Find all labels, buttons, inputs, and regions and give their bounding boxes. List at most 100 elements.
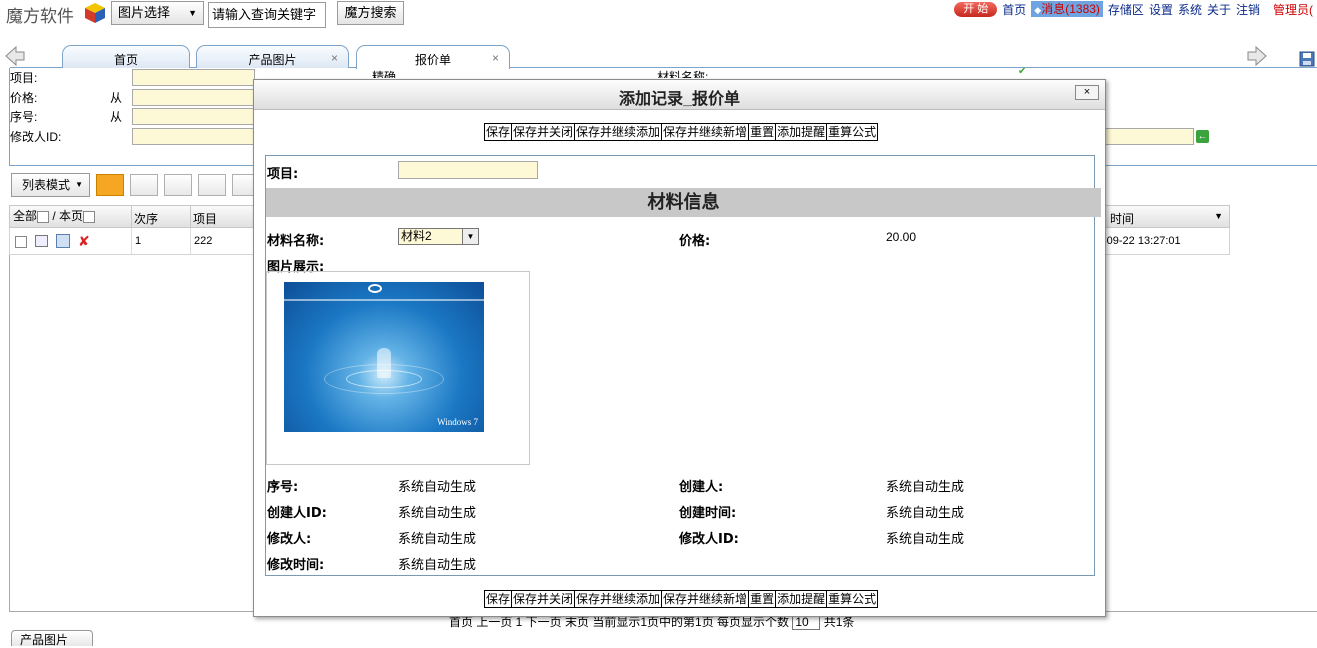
bottom-tab-product-images[interactable]: 产品图片 bbox=[11, 630, 93, 647]
material-select-value: 材料2 bbox=[401, 229, 432, 243]
filter-material-label: 材料名称: bbox=[657, 70, 709, 78]
save-close-button[interactable]: 保存并关闭 bbox=[511, 123, 576, 141]
admin-user[interactable]: 管理员( bbox=[1273, 1, 1313, 18]
view-icon[interactable] bbox=[35, 235, 48, 247]
tab-label: 首页 bbox=[113, 53, 138, 67]
bottom-tab-label: 产品图片 bbox=[20, 633, 69, 647]
header-index[interactable]: 次序 bbox=[131, 206, 158, 227]
image-select-label: 图片选择 bbox=[118, 5, 171, 20]
list-mode-dropdown[interactable]: 列表模式 ▼ bbox=[11, 173, 90, 197]
creator-id-value: 系统自动生成 bbox=[398, 505, 477, 520]
serial-label: 序号: bbox=[267, 480, 299, 495]
nav-about[interactable]: 关于 bbox=[1207, 1, 1231, 18]
creator-label: 创建人: bbox=[679, 480, 724, 495]
nav-logout[interactable]: 注销 bbox=[1236, 1, 1260, 18]
messages-link[interactable]: ◆消息(1383) bbox=[1031, 1, 1103, 17]
nav-storage[interactable]: 存储区 bbox=[1108, 1, 1144, 18]
filter-modifier-id-input[interactable] bbox=[132, 128, 255, 145]
filter-price-from-input[interactable] bbox=[132, 89, 255, 106]
row-index: 1 bbox=[131, 228, 141, 254]
top-nav: 开 始 首页 ◆消息(1383) 存储区 设置 系统 关于 注销 管理员( bbox=[954, 1, 1313, 17]
messages-label: 消息(1383) bbox=[1041, 2, 1100, 16]
search-button[interactable]: 魔方搜索 bbox=[337, 1, 404, 25]
header-time[interactable]: 时间 bbox=[1110, 210, 1134, 227]
save-continue-add-button[interactable]: 保存并继续添加 bbox=[574, 123, 663, 141]
filter-serial-from-input[interactable] bbox=[132, 108, 255, 125]
serial-value: 系统自动生成 bbox=[398, 479, 477, 494]
creator-id-label: 创建人ID: bbox=[267, 506, 327, 521]
material-name-label: 材料名称: bbox=[267, 234, 325, 249]
pencil-icon[interactable] bbox=[232, 174, 254, 196]
image-select-dropdown[interactable]: 图片选择 ▼ bbox=[111, 1, 204, 25]
select-all-checkbox[interactable] bbox=[37, 210, 50, 223]
add-reminder-button[interactable]: 添加提醒 bbox=[775, 590, 828, 608]
filter-modifier-id-input-end[interactable] bbox=[1105, 128, 1194, 145]
filter-project-input[interactable] bbox=[132, 69, 255, 86]
pager-total: 共1条 bbox=[823, 615, 855, 629]
pager-text[interactable]: 首页 上一页 1 下一页 末页 当前显示1页中的第1页 每页显示个数 bbox=[449, 615, 789, 629]
dialog-header[interactable]: 添加记录_报价单 × bbox=[254, 80, 1105, 110]
nav-home[interactable]: 首页 bbox=[1002, 1, 1026, 18]
start-button[interactable]: 开 始 bbox=[954, 1, 998, 17]
close-icon[interactable]: × bbox=[1075, 85, 1099, 100]
create-time-value: 系统自动生成 bbox=[886, 505, 965, 520]
reset-button[interactable]: 重置 bbox=[748, 123, 777, 141]
go-icon[interactable]: ← bbox=[1196, 130, 1209, 143]
modifier-id-value: 系统自动生成 bbox=[886, 531, 965, 546]
filter-project-label: 项目: bbox=[10, 71, 38, 85]
price-value: 20.00 bbox=[886, 230, 917, 244]
save-disk-icon[interactable] bbox=[1299, 51, 1315, 67]
arrow-left-icon[interactable] bbox=[4, 45, 26, 67]
edit-batch-icon[interactable] bbox=[130, 174, 158, 196]
close-icon[interactable]: × bbox=[331, 46, 338, 70]
reset-button[interactable]: 重置 bbox=[748, 590, 777, 608]
creator-value: 系统自动生成 bbox=[886, 479, 965, 494]
modifier-label: 修改人: bbox=[267, 532, 312, 547]
select-page-checkbox[interactable] bbox=[83, 210, 96, 223]
add-record-icon[interactable] bbox=[96, 174, 124, 196]
project-input[interactable] bbox=[398, 161, 538, 179]
add-reminder-button[interactable]: 添加提醒 bbox=[775, 123, 828, 141]
modifier-id-label: 修改人ID: bbox=[679, 532, 739, 547]
header-project[interactable]: 项目 bbox=[190, 206, 217, 227]
print-icon[interactable] bbox=[198, 174, 226, 196]
modify-time-label: 修改时间: bbox=[267, 558, 325, 573]
recalculate-button[interactable]: 重算公式 bbox=[826, 123, 879, 141]
filter-modifier-id-label: 修改人ID: bbox=[10, 130, 62, 144]
nav-settings[interactable]: 设置 bbox=[1149, 1, 1173, 18]
chevron-down-icon: ▼ bbox=[462, 229, 478, 244]
filter-serial-label: 序号: bbox=[10, 110, 38, 124]
material-select[interactable]: 材料2 ▼ bbox=[398, 228, 479, 245]
section-title: 材料信息 bbox=[266, 188, 1101, 217]
save-continue-new-button[interactable]: 保存并继续新增 bbox=[661, 123, 750, 141]
delete-batch-icon[interactable] bbox=[164, 174, 192, 196]
chevron-down-icon: ▼ bbox=[188, 8, 197, 18]
tab-quotation[interactable]: 报价单 × bbox=[356, 45, 510, 69]
chevron-down-icon[interactable]: ▼ bbox=[1214, 211, 1223, 221]
tab-label: 产品图片 bbox=[248, 53, 297, 67]
save-close-button[interactable]: 保存并关闭 bbox=[511, 590, 576, 608]
recalculate-button[interactable]: 重算公式 bbox=[826, 590, 879, 608]
save-continue-new-button[interactable]: 保存并继续新增 bbox=[661, 590, 750, 608]
chevron-down-icon[interactable]: ✔ bbox=[1018, 66, 1026, 77]
ripple-ring bbox=[324, 364, 444, 394]
tab-home[interactable]: 首页 bbox=[62, 45, 190, 68]
row-project: 222 bbox=[190, 228, 212, 254]
arrow-right-icon[interactable] bbox=[1246, 45, 1268, 67]
nav-system[interactable]: 系统 bbox=[1178, 1, 1202, 18]
edit-icon[interactable] bbox=[56, 234, 70, 248]
search-input[interactable]: 请输入查询关键字 bbox=[208, 2, 326, 28]
close-icon[interactable]: × bbox=[492, 46, 499, 70]
product-image[interactable]: Windows 7 bbox=[284, 282, 484, 432]
list-mode-label: 列表模式 bbox=[22, 178, 71, 192]
delete-icon[interactable]: ✘ bbox=[78, 233, 90, 250]
filter-from-label: 从 bbox=[110, 110, 123, 124]
brand-logo-icon bbox=[368, 284, 382, 293]
save-button[interactable]: 保存 bbox=[484, 123, 513, 141]
row-checkbox[interactable] bbox=[15, 236, 27, 248]
save-continue-add-button[interactable]: 保存并继续添加 bbox=[574, 590, 663, 608]
tab-product-images[interactable]: 产品图片 × bbox=[196, 45, 349, 68]
dialog-button-bar-top: 保存 保存并关闭 保存并继续添加 保存并继续新增 重置 添加提醒 重算公式 bbox=[484, 123, 879, 141]
banner-stripe bbox=[284, 299, 484, 301]
save-button[interactable]: 保存 bbox=[484, 590, 513, 608]
